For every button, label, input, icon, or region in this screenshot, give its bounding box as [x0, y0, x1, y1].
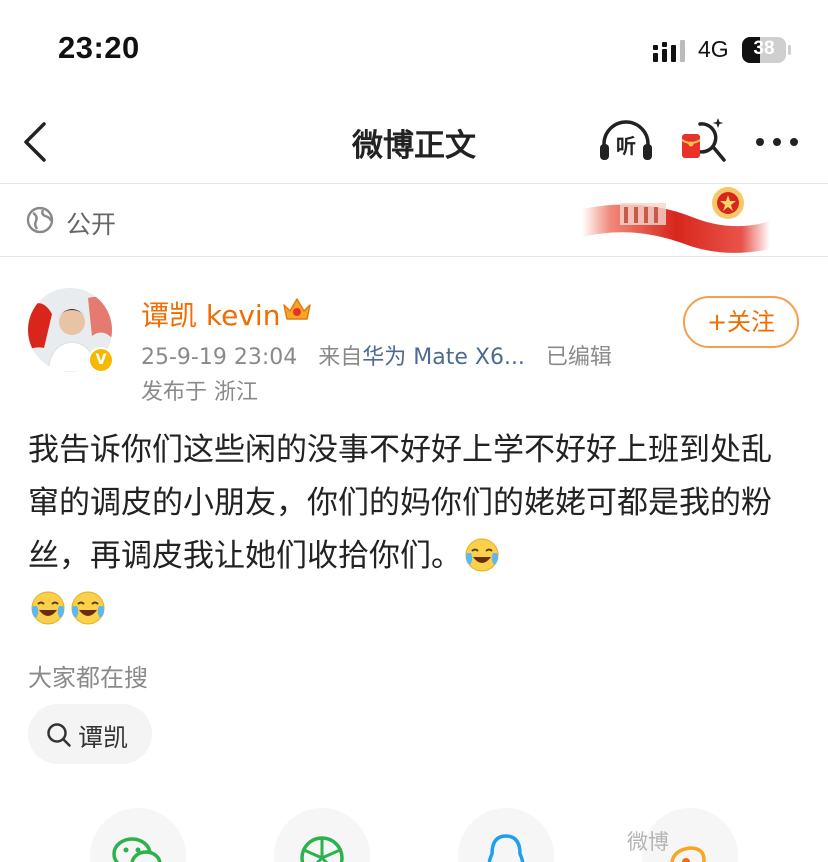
post-meta: 25-9-19 23:04 来自华为 Mate X6... 已编辑 — [141, 339, 612, 371]
verified-badge: V — [88, 347, 114, 373]
laughing-crying-emoji-icon — [465, 538, 499, 572]
follow-button[interactable]: +关注 — [683, 296, 799, 348]
post-timestamp: 25-9-19 23:04 — [141, 345, 298, 370]
nav-bar: 微博正文 听 — [0, 100, 828, 184]
share-qq-button[interactable] — [458, 808, 554, 862]
watermark: 微博 — [627, 830, 669, 854]
author-name[interactable]: 谭凯 kevin — [141, 294, 280, 334]
moments-icon — [300, 836, 344, 862]
edited-label[interactable]: 已编辑 — [546, 345, 612, 370]
laughing-crying-emoji-icon — [71, 591, 105, 625]
share-wechat-button[interactable] — [90, 808, 186, 862]
listen-label: 听 — [616, 134, 636, 158]
status-time: 23:20 — [58, 30, 140, 65]
wechat-icon — [112, 837, 162, 862]
laughing-crying-emoji-icon — [31, 591, 65, 625]
source-prefix: 来自 — [318, 345, 363, 370]
device-link[interactable]: 华为 Mate X6... — [362, 345, 525, 370]
crown-icon — [283, 298, 311, 320]
network-type: 4G — [698, 36, 729, 62]
post-location: 发布于 浙江 — [141, 380, 258, 405]
status-bar: 23:20 4G 38 — [0, 0, 828, 100]
national-banner-image — [582, 187, 770, 253]
listen-button[interactable]: 听 — [596, 114, 656, 170]
weibo-icon — [670, 846, 706, 862]
more-icon[interactable] — [752, 122, 802, 162]
globe-icon — [26, 206, 54, 234]
red-packet-search-icon[interactable] — [678, 114, 730, 170]
post-text: 我告诉你们这些闲的没事不好好上学不好好上班到处乱窜的调皮的小朋友，你们的妈你们的… — [28, 432, 772, 574]
battery-level: 38 — [753, 38, 775, 59]
trending-search-header: 大家都在搜 — [28, 664, 148, 692]
search-icon — [47, 723, 71, 747]
search-chip-label: 谭凯 — [78, 723, 129, 752]
visibility-bar: 公开 — [0, 185, 828, 257]
signal-icon — [653, 40, 685, 62]
share-moments-button[interactable] — [274, 808, 370, 862]
post-body: 我告诉你们这些闲的没事不好好上学不好好上班到处乱窜的调皮的小朋友，你们的妈你们的… — [28, 424, 800, 636]
battery-icon: 38 — [741, 36, 793, 64]
search-chip[interactable]: 谭凯 — [28, 704, 152, 764]
visibility-label: 公开 — [66, 210, 117, 239]
qq-icon — [487, 834, 525, 862]
